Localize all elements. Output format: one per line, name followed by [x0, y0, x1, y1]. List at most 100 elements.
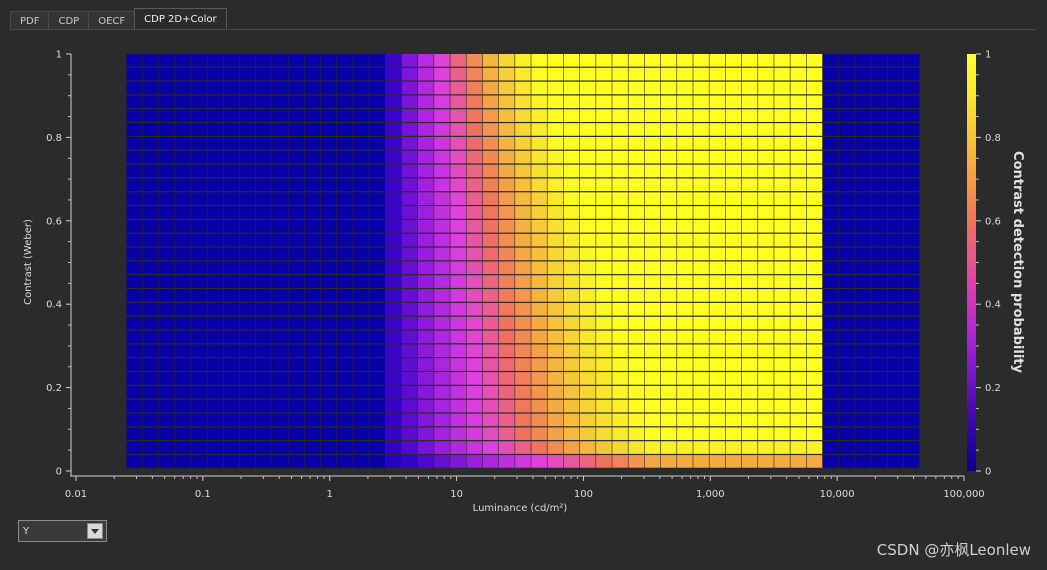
heatmap-cell — [839, 136, 855, 150]
heatmap-cell — [612, 233, 628, 247]
heatmap-cell — [434, 164, 450, 178]
heatmap-cell — [741, 136, 758, 150]
heatmap-cell — [596, 81, 612, 95]
heatmap-cell — [839, 164, 855, 178]
heatmap-cell — [369, 95, 385, 109]
heatmap-cell — [434, 413, 450, 427]
heatmap-cell — [515, 67, 531, 81]
heatmap-cell — [239, 427, 256, 441]
heatmap-cell — [385, 178, 402, 192]
heatmap-cell — [304, 441, 321, 454]
heatmap-cell — [385, 358, 402, 371]
heatmap-cell — [353, 455, 369, 468]
heatmap-cell — [417, 123, 434, 136]
heatmap-cell — [207, 247, 224, 261]
heatmap-cell — [579, 455, 596, 468]
heatmap-cell — [126, 219, 143, 233]
heatmap-cell — [223, 275, 240, 288]
heatmap-cell — [191, 302, 207, 316]
heatmap-cell — [871, 95, 888, 109]
heatmap-cell — [417, 330, 434, 344]
heatmap-cell — [337, 316, 353, 330]
cdp-heatmap-chart: 0.01 0.1 1 10 100 1,000 10,000 100,00000.20.40.… — [23, 50, 1025, 515]
heatmap-cell — [337, 233, 353, 247]
heatmap-cell — [256, 54, 272, 67]
heatmap-cell — [158, 164, 175, 178]
heatmap-cell — [758, 150, 774, 164]
heatmap-cell — [498, 399, 515, 413]
heatmap-cell — [871, 399, 888, 413]
heatmap-cell — [272, 109, 288, 122]
heatmap-cell — [337, 289, 353, 302]
heatmap-cell — [806, 399, 823, 413]
heatmap-cell — [547, 81, 564, 95]
heatmap-cell — [304, 302, 321, 316]
heatmap-cell — [677, 344, 693, 358]
heatmap-cell — [709, 233, 726, 247]
heatmap-cell — [806, 123, 823, 136]
heatmap-cell — [207, 289, 224, 302]
heatmap-cell — [207, 413, 224, 427]
heatmap-cell — [709, 289, 726, 302]
heatmap-cell — [288, 206, 305, 219]
heatmap-cell — [239, 261, 256, 275]
heatmap-cell — [256, 372, 272, 385]
heatmap-cell — [563, 344, 580, 358]
heatmap-cell — [482, 150, 499, 164]
heatmap-cell — [677, 81, 693, 95]
heatmap-cell — [239, 399, 256, 413]
x-tick-label: 1,000 — [696, 489, 725, 500]
heatmap-cell — [725, 455, 742, 468]
heatmap-cell — [369, 261, 385, 275]
heatmap-cell — [466, 289, 483, 302]
heatmap-cell — [272, 358, 288, 371]
heatmap-cell — [790, 247, 807, 261]
heatmap-cell — [434, 67, 450, 81]
heatmap-cell — [628, 275, 645, 288]
heatmap-cell — [822, 289, 839, 302]
heatmap-cell — [531, 95, 547, 109]
heatmap-cell — [579, 261, 596, 275]
heatmap-cell — [385, 109, 402, 122]
heatmap-cell — [563, 330, 580, 344]
channel-select[interactable]: Y — [18, 520, 107, 542]
heatmap-cell — [628, 302, 645, 316]
heatmap-cell — [547, 136, 564, 150]
heatmap-cell — [207, 150, 224, 164]
heatmap-cell — [385, 136, 402, 150]
heatmap-cell — [320, 219, 337, 233]
heatmap-cell — [693, 95, 709, 109]
heatmap-cell — [903, 289, 920, 302]
heatmap-cell — [158, 413, 175, 427]
heatmap-cell — [741, 67, 758, 81]
heatmap-cell — [337, 385, 353, 399]
heatmap-cell — [385, 413, 402, 427]
heatmap-cell — [547, 109, 564, 122]
heatmap-cell — [563, 67, 580, 81]
heatmap-cell — [498, 344, 515, 358]
chevron-down-icon[interactable] — [87, 523, 103, 539]
heatmap-cell — [855, 427, 871, 441]
heatmap-cell — [320, 247, 337, 261]
heatmap-cell — [579, 372, 596, 385]
heatmap-cell — [515, 358, 531, 371]
heatmap-cell — [353, 109, 369, 122]
heatmap-cell — [725, 150, 742, 164]
heatmap-cell — [126, 95, 143, 109]
heatmap-cell — [758, 81, 774, 95]
heatmap-cell — [369, 330, 385, 344]
heatmap-cell — [191, 219, 207, 233]
heatmap-cell — [855, 219, 871, 233]
heatmap-cell — [563, 316, 580, 330]
heatmap-cell — [272, 316, 288, 330]
heatmap-cell — [337, 399, 353, 413]
heatmap-cell — [498, 206, 515, 219]
heatmap-cell — [693, 302, 709, 316]
heatmap-cell — [369, 413, 385, 427]
heatmap-cell — [758, 275, 774, 288]
heatmap-cell — [369, 358, 385, 371]
heatmap-cell — [628, 54, 645, 67]
heatmap-cell — [563, 427, 580, 441]
heatmap-cell — [871, 206, 888, 219]
heatmap-cell — [450, 247, 466, 261]
